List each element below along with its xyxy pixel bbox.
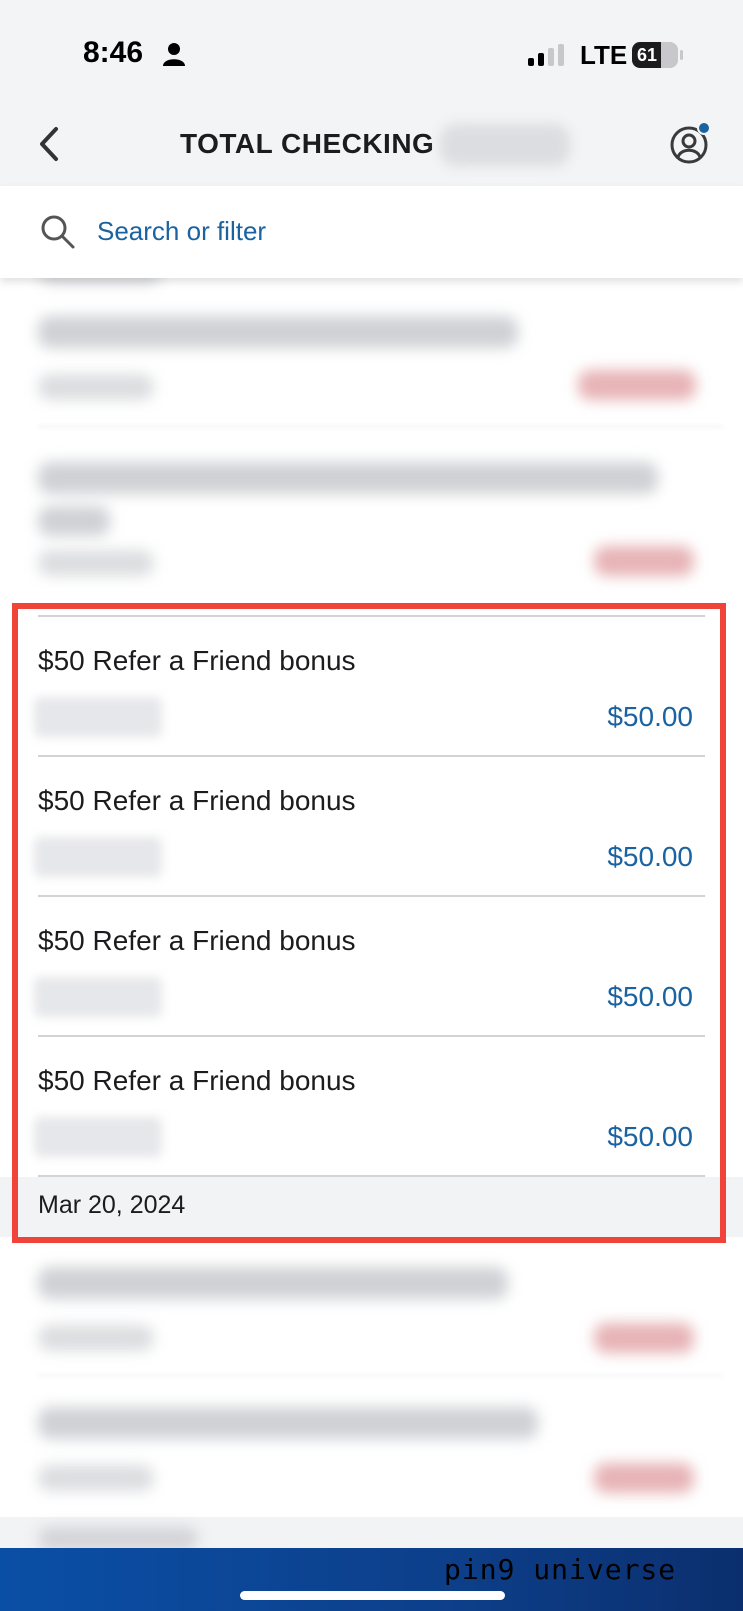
blurred-date-header <box>0 1517 743 1548</box>
account-number-redacted <box>440 124 570 166</box>
blurred-amount <box>594 1323 694 1353</box>
blurred-date <box>38 374 154 400</box>
blurred-description-line2 <box>38 506 110 536</box>
highlight-box <box>12 603 726 1243</box>
nav-header: TOTAL CHECKING <box>0 110 743 186</box>
battery-icon: 61 <box>632 42 678 68</box>
blurred-date <box>38 550 154 576</box>
blurred-date-label <box>38 1527 198 1548</box>
bottom-brand-bar: pin9 universe <box>0 1548 743 1611</box>
battery-level: 61 <box>636 45 658 65</box>
blurred-amount <box>594 1463 694 1493</box>
back-chevron-icon[interactable] <box>36 126 62 162</box>
search-bar[interactable]: Search or filter <box>0 186 743 278</box>
blurred-transaction-row[interactable] <box>0 1237 743 1377</box>
signal-icon <box>528 44 564 66</box>
blurred-description <box>38 1407 538 1439</box>
watermark-text: pin9 universe <box>444 1553 677 1586</box>
status-bar: 8:46 LTE 61 <box>0 0 743 110</box>
blurred-transaction-row[interactable] <box>0 428 743 598</box>
blurred-transaction-row[interactable] <box>0 1377 743 1517</box>
row-divider <box>38 1375 723 1376</box>
battery-nub <box>680 50 683 60</box>
blurred-amount <box>578 370 696 400</box>
search-input[interactable]: Search or filter <box>97 216 266 247</box>
profile-icon[interactable] <box>668 120 714 166</box>
search-icon <box>41 215 75 249</box>
status-time: 8:46 <box>83 36 144 69</box>
blurred-description <box>38 316 518 348</box>
blurred-amount <box>594 546 694 576</box>
home-indicator[interactable] <box>240 1591 505 1600</box>
blurred-description <box>38 462 658 494</box>
blurred-date <box>38 1325 154 1351</box>
blurred-transaction-row[interactable] <box>0 278 743 428</box>
row-divider <box>38 426 723 427</box>
blurred-date <box>38 1465 154 1491</box>
network-type: LTE <box>580 40 628 70</box>
blurred-description <box>38 1267 508 1299</box>
page-title: TOTAL CHECKING <box>180 128 435 159</box>
person-icon <box>163 43 185 66</box>
